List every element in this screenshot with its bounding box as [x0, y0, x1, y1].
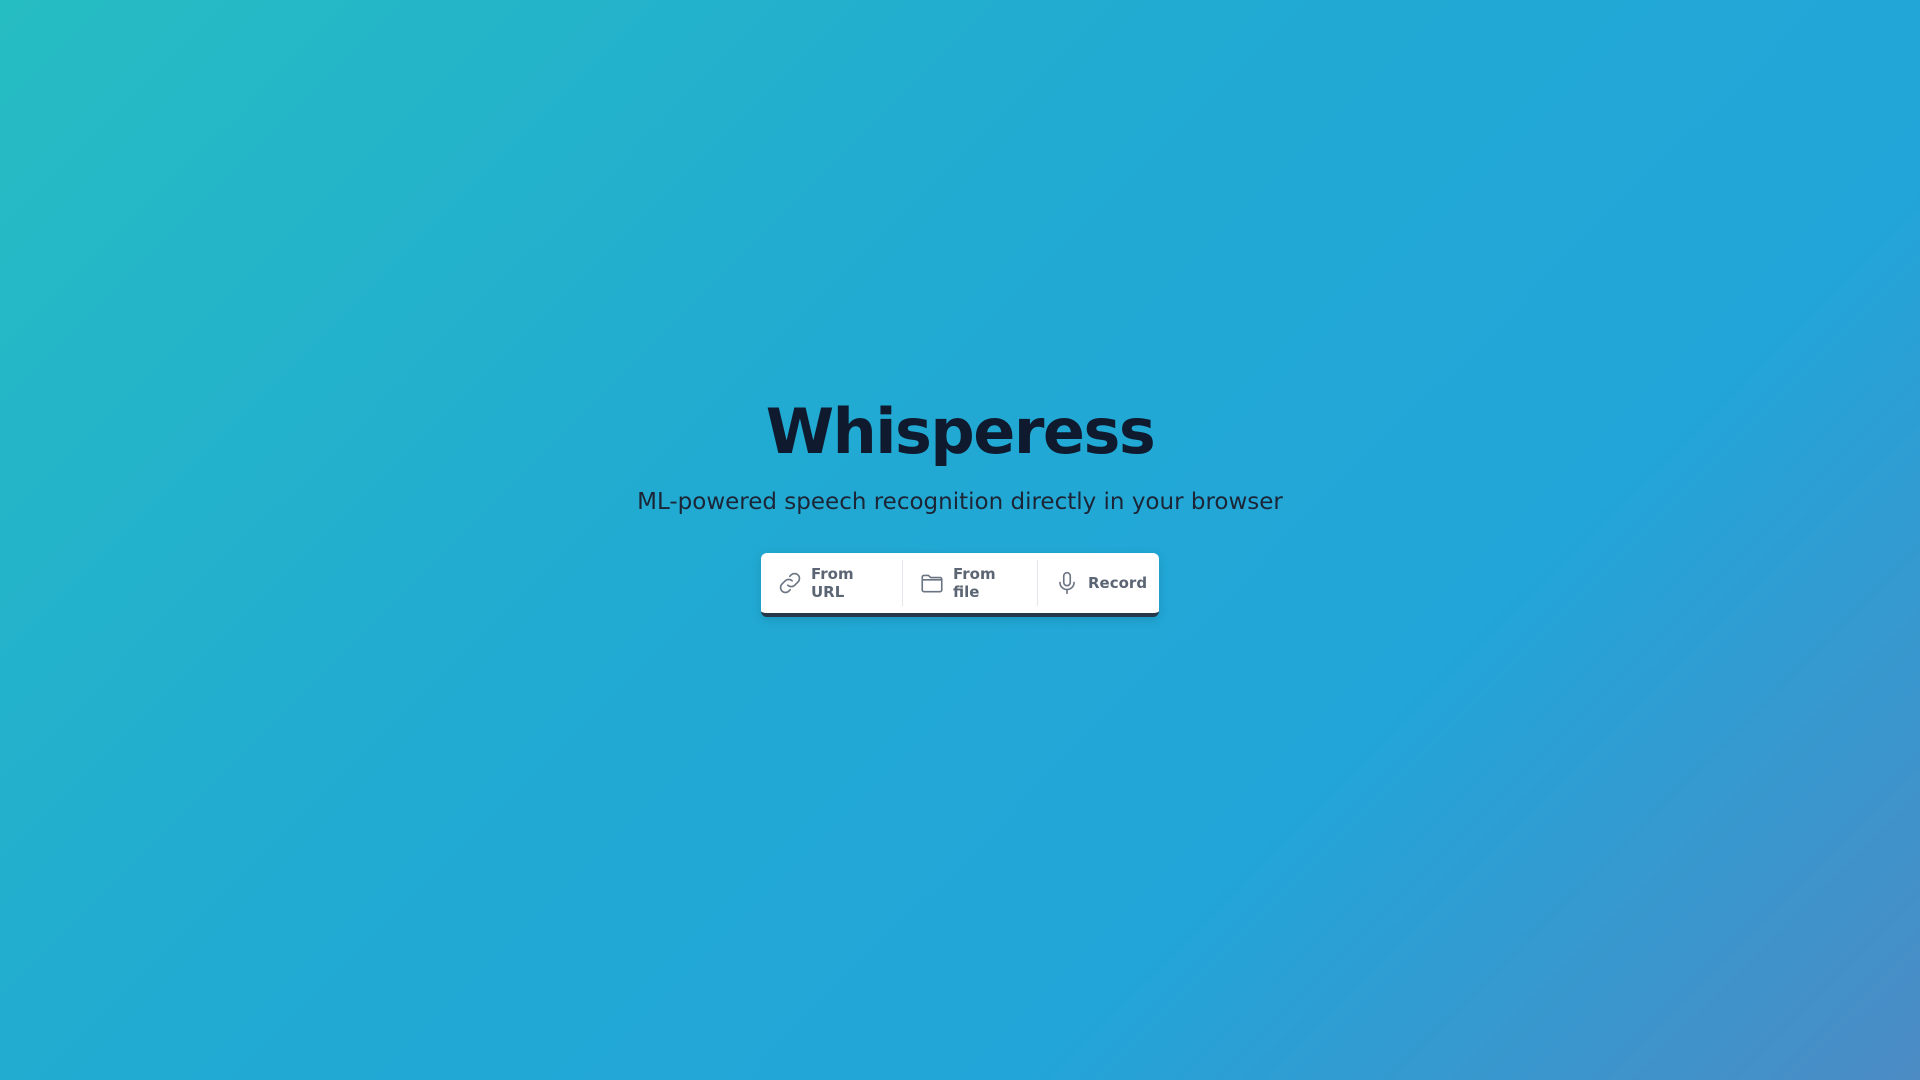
- link-icon: [777, 569, 803, 597]
- from-url-label: From URL: [811, 565, 854, 601]
- microphone-icon: [1054, 569, 1080, 597]
- page-subtitle: ML-powered speech recognition directly i…: [637, 489, 1283, 515]
- record-label: Record: [1088, 574, 1148, 592]
- record-button[interactable]: Record: [1038, 560, 1159, 606]
- audio-source-toolbar: From URL From file Record: [761, 553, 1159, 617]
- hero-section: Whisperess ML-powered speech recognition…: [0, 0, 1920, 1080]
- page-title: Whisperess: [765, 395, 1156, 468]
- folder-icon: [919, 569, 945, 597]
- from-url-button[interactable]: From URL: [761, 560, 902, 606]
- from-file-label: From file: [953, 565, 996, 601]
- from-file-button[interactable]: From file: [903, 560, 1037, 606]
